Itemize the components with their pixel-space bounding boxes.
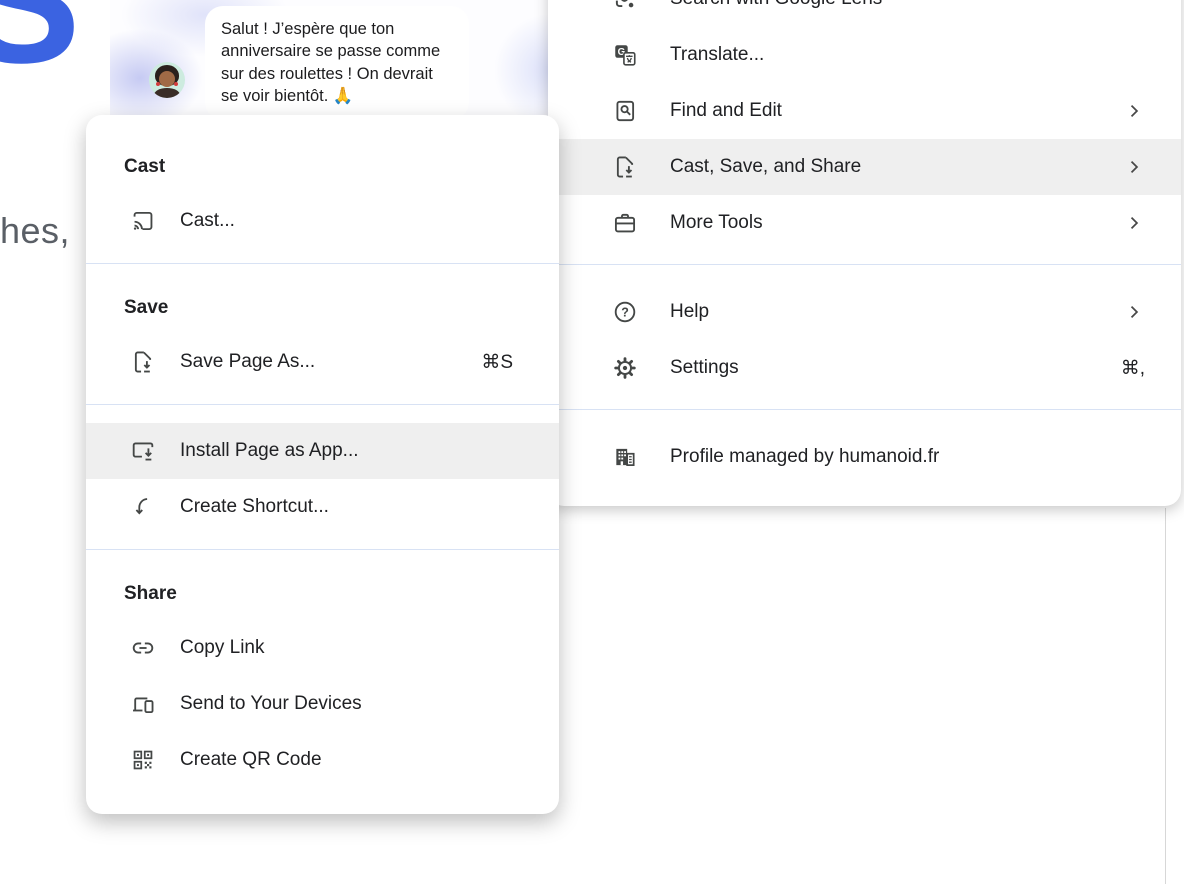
submenu-item-label: Save Page As... xyxy=(180,351,315,373)
menu-item-help[interactable]: ? Help xyxy=(548,284,1181,340)
chevron-right-icon xyxy=(1123,156,1145,178)
menu-item-label: Cast, Save, and Share xyxy=(670,156,861,178)
menu-item-label: More Tools xyxy=(670,212,763,234)
chat-avatar xyxy=(149,62,185,98)
chat-bubble: Salut ! J’espère que ton anniversaire se… xyxy=(205,6,469,120)
submenu-item-copy-link[interactable]: Copy Link xyxy=(86,620,559,676)
menu-item-cast-save-and-share[interactable]: Cast, Save, and Share xyxy=(548,139,1181,195)
organization-building-icon xyxy=(612,444,638,470)
menu-item-search-with-google-lens[interactable]: Search with Google Lens xyxy=(548,0,1181,27)
submenu-item-label: Install Page as App... xyxy=(180,440,359,462)
submenu-item-send-to-your-devices[interactable]: Send to Your Devices xyxy=(86,676,559,732)
submenu-item-save-page-as[interactable]: Save Page As... ⌘S xyxy=(86,334,559,390)
submenu-item-label: Copy Link xyxy=(180,637,265,659)
menu-item-label: Search with Google Lens xyxy=(670,0,882,10)
menu-divider xyxy=(86,549,559,550)
chat-bubble-text: Salut ! J’espère que ton anniversaire se… xyxy=(221,20,440,105)
page-download-icon xyxy=(612,154,638,180)
submenu-item-label: Create QR Code xyxy=(180,749,322,771)
menu-item-label: Find and Edit xyxy=(670,100,782,122)
submenu-item-label: Cast... xyxy=(180,210,235,232)
menu-item-label: Profile managed by humanoid.fr xyxy=(670,446,939,468)
chat-illustration-panel: Salut ! J’espère que ton anniversaire se… xyxy=(110,0,560,120)
curved-arrow-icon xyxy=(130,494,156,520)
submenu-item-create-qr-code[interactable]: Create QR Code xyxy=(86,732,559,788)
decorative-blue-letter: S xyxy=(0,0,81,90)
translate-icon: G xyxy=(612,42,638,68)
menu-item-translate[interactable]: G Translate... xyxy=(548,27,1181,83)
partial-heading-text: hes, xyxy=(0,210,70,252)
submenu-item-create-shortcut[interactable]: Create Shortcut... xyxy=(86,479,559,535)
submenu-item-label: Send to Your Devices xyxy=(180,693,362,715)
menu-divider xyxy=(548,264,1181,265)
menu-item-find-and-edit[interactable]: Find and Edit xyxy=(548,83,1181,139)
browser-three-dot-menu: Search with Google Lens G Translate... F… xyxy=(548,0,1181,506)
chevron-right-icon xyxy=(1123,212,1145,234)
submenu-item-cast[interactable]: Cast... xyxy=(86,193,559,249)
qr-code-icon xyxy=(130,747,156,773)
google-lens-icon xyxy=(612,0,638,12)
menu-divider xyxy=(86,263,559,264)
submenu-item-shortcut: ⌘S xyxy=(481,351,513,374)
submenu-item-label: Create Shortcut... xyxy=(180,496,329,518)
menu-item-shortcut: ⌘, xyxy=(1121,357,1145,380)
more-tools-icon xyxy=(612,210,638,236)
submenu-section-header-share: Share xyxy=(86,568,559,620)
devices-icon xyxy=(130,691,156,717)
menu-item-settings[interactable]: Settings ⌘, xyxy=(548,340,1181,396)
chevron-right-icon xyxy=(1123,100,1145,122)
install-desktop-icon xyxy=(130,438,156,464)
submenu-item-install-page-as-app[interactable]: Install Page as App... xyxy=(86,423,559,479)
cast-save-share-submenu: Cast Cast... Save Save Page As... ⌘S xyxy=(86,115,559,814)
help-icon: ? xyxy=(612,299,638,325)
svg-text:?: ? xyxy=(621,306,629,320)
page-download-icon xyxy=(130,349,156,375)
submenu-section-header-cast: Cast xyxy=(86,141,559,193)
menu-item-label: Help xyxy=(670,301,709,323)
menu-item-more-tools[interactable]: More Tools xyxy=(548,195,1181,251)
menu-divider xyxy=(548,409,1181,410)
menu-item-profile-managed[interactable]: Profile managed by humanoid.fr xyxy=(548,429,1181,485)
menu-divider xyxy=(86,404,559,405)
submenu-section-header-save: Save xyxy=(86,282,559,334)
find-and-edit-icon xyxy=(612,98,638,124)
cast-icon xyxy=(130,208,156,234)
menu-item-label: Translate... xyxy=(670,44,764,66)
menu-item-label: Settings xyxy=(670,357,739,379)
link-icon xyxy=(130,635,156,661)
window-edge-line xyxy=(1165,508,1166,884)
chevron-right-icon xyxy=(1123,301,1145,323)
settings-gear-icon xyxy=(612,355,638,381)
